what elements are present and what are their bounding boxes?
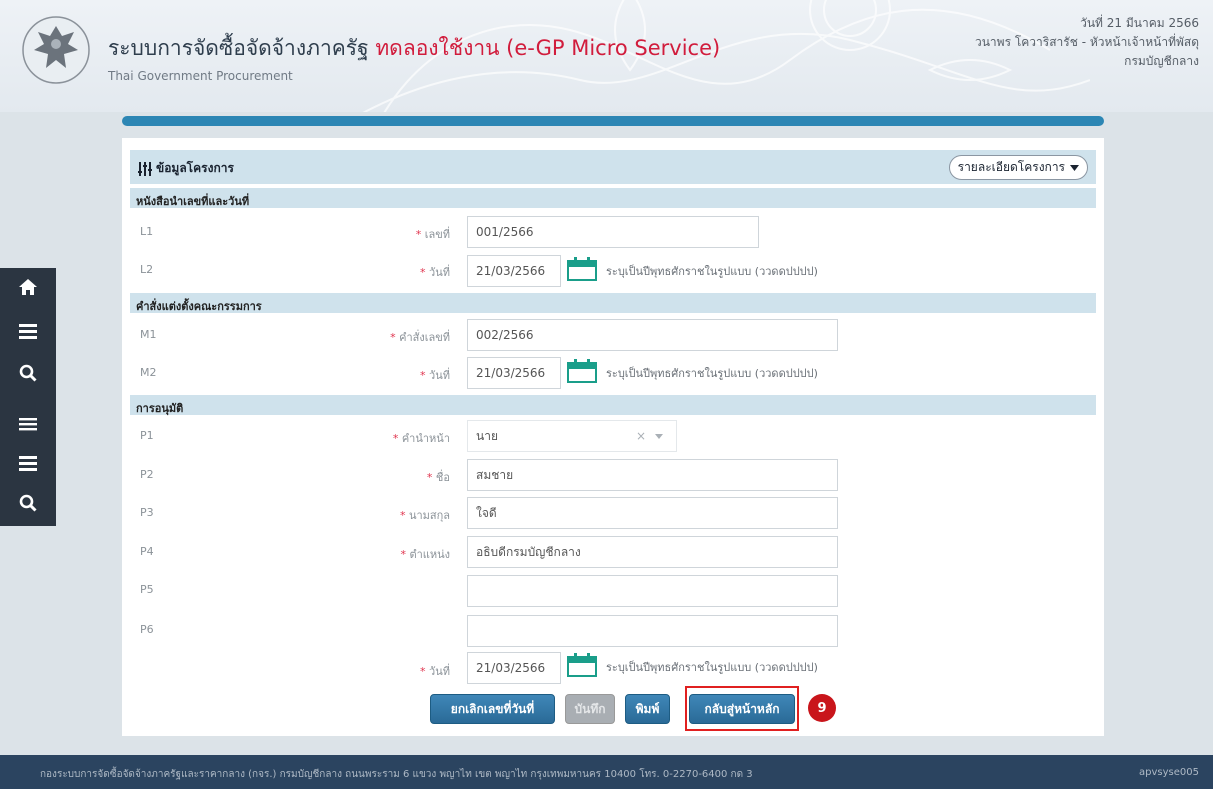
first-name-input[interactable]: สมชาย [467,459,838,491]
project-title-text: ข้อมูลโครงการ [156,161,234,175]
label-first-name: * ชื่อ [426,471,450,484]
prefix-select[interactable]: นาย × [467,420,677,452]
label-letter-date-text: วันที่ [429,266,450,279]
calendar-icon[interactable] [567,257,597,281]
order-number-input[interactable]: 002/2566 [467,319,838,351]
p5-input[interactable] [467,575,838,607]
date-format-hint: ระบุเป็นปีพุทธศักราชในรูปแบบ (ววดดปปปป) [606,367,818,380]
section-order: คำสั่งแต่งตั้งคณะกรรมการ [130,293,1096,313]
row-code-P6: P6 [140,623,154,636]
section-letter: หนังสือนำเลขที่และวันที่ [130,188,1096,208]
page-footer: กองระบบการจัดซื้อจัดจ้างภาครัฐและราคากลา… [0,755,1213,789]
row-code-P5: P5 [140,583,154,596]
row-code-P4: P4 [140,545,154,558]
caret-down-icon [1070,164,1079,171]
label-letter-date: * วันที่ [420,266,450,279]
row-code-M1: M1 [140,328,157,341]
list-icon[interactable] [0,404,56,442]
user-name[interactable]: วนาพร โควาริสารัช - หัวหน้าเจ้าหน้าที่พั… [975,33,1199,52]
label-position: * ตำแหน่ง [400,548,450,561]
label-last-name: * นามสกุล [399,509,450,522]
row-code-L1: L1 [140,225,154,238]
label-letter-number-text: เลขที่ [424,228,450,241]
label-order-number: * คำสั่งเลขที่ [390,331,450,344]
page-header: ระบบการจัดซื้อจัดจ้างภาครัฐ ทดลองใช้งาน … [0,0,1213,112]
project-panel: ข้อมูลโครงการ รายละเอียดโครงการ หนังสือน… [122,116,1104,736]
system-title: ระบบการจัดซื้อจัดจ้างภาครัฐ ทดลองใช้งาน … [108,32,720,65]
calendar-icon[interactable] [567,653,597,677]
label-prefix: * คำนำหน้า [392,432,450,445]
sliders-icon [138,161,152,176]
save-button[interactable]: บันทึก [565,694,615,724]
label-order-date-text: วันที่ [429,369,450,382]
label-approval-date: * วันที่ [420,665,450,678]
order-date-input[interactable]: 21/03/2566 [467,357,561,389]
label-last-name-text: นามสกุล [408,509,450,522]
label-prefix-text: คำนำหน้า [401,432,450,445]
system-title-trial: ทดลองใช้งาน (e-GP Micro Service) [375,36,721,60]
letter-date-input[interactable]: 21/03/2566 [467,255,561,287]
approval-date-input[interactable]: 21/03/2566 [467,652,561,684]
label-order-date: * วันที่ [420,369,450,382]
top-accent-bar [122,116,1104,126]
left-sidebar [0,268,56,526]
row-code-M2: M2 [140,366,157,379]
cancel-number-date-button[interactable]: ยกเลิกเลขที่วันที่ [430,694,555,724]
user-org: กรมบัญชีกลาง [1124,54,1199,68]
menu-icon[interactable] [0,312,56,350]
last-name-input[interactable]: ใจดี [467,497,838,529]
project-detail-label: รายละเอียดโครงการ [957,160,1065,174]
label-approval-date-text: วันที่ [429,665,450,678]
highlight-box [685,686,799,731]
letter-number-input[interactable]: 001/2566 [467,216,759,248]
p6-input[interactable] [467,615,838,647]
footer-user: apvsyse005 [1139,767,1199,778]
prefix-select-value: นาย [476,428,498,443]
search-icon[interactable] [0,354,56,392]
section-approval: การอนุมัติ [130,395,1096,415]
label-letter-number: * เลขที่ [415,228,450,241]
home-icon[interactable] [0,268,56,306]
chevron-down-icon [655,434,663,439]
current-date: วันที่ 21 มีนาคม 2566 [1080,16,1199,30]
footer-text: กองระบบการจัดซื้อจัดจ้างภาครัฐและราคากลา… [40,769,753,780]
label-first-name-text: ชื่อ [435,471,450,484]
label-position-text: ตำแหน่ง [409,548,450,561]
date-format-hint: ระบุเป็นปีพุทธศักราชในรูปแบบ (ววดดปปปป) [606,265,818,278]
clear-icon[interactable]: × [636,429,646,443]
search-icon[interactable] [0,484,56,522]
row-code-P3: P3 [140,506,154,519]
garuda-logo [22,16,90,84]
project-title: ข้อมูลโครงการ [138,159,234,178]
label-order-number-text: คำสั่งเลขที่ [399,331,450,344]
row-code-P1: P1 [140,429,154,442]
row-code-P2: P2 [140,468,154,481]
print-button[interactable]: พิมพ์ [625,694,670,724]
system-title-main: ระบบการจัดซื้อจัดจ้างภาครัฐ [108,36,369,60]
menu-icon[interactable] [0,444,56,482]
position-input[interactable]: อธิบดีกรมบัญชีกลาง [467,536,838,568]
row-code-L2: L2 [140,263,154,276]
user-info: วันที่ 21 มีนาคม 2566 วนาพร โควาริสารัช … [975,14,1199,71]
calendar-icon[interactable] [567,359,597,383]
project-header: ข้อมูลโครงการ รายละเอียดโครงการ [130,150,1096,184]
project-detail-button[interactable]: รายละเอียดโครงการ [948,155,1088,180]
date-format-hint: ระบุเป็นปีพุทธศักราชในรูปแบบ (ววดดปปปป) [606,661,818,674]
step-marker: 9 [808,694,836,722]
system-subtitle: Thai Government Procurement [108,69,293,83]
